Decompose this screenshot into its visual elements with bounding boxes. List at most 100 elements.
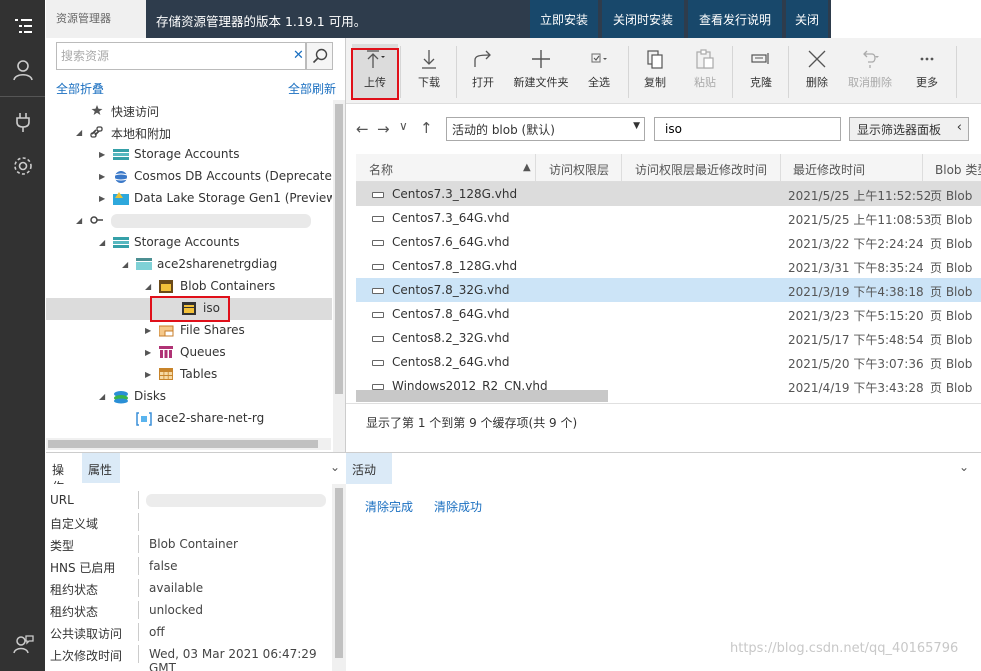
table-row[interactable]: Centos7.6_64G.vhd 2021/3/22 下午2:24:24 页 Bl…	[356, 230, 981, 254]
collapse-all-link[interactable]: 全部折叠	[56, 80, 104, 97]
property-value[interactable]: Wed, 03 Mar 2021 06:47:29 GMT	[149, 647, 332, 671]
tab-activities[interactable]: 活动	[346, 453, 392, 484]
properties-header: 操作 属性 ⌄	[46, 452, 346, 494]
tree-item[interactable]: ▶ Tables	[46, 364, 332, 386]
column-header-last-modified[interactable]: 最近修改时间	[793, 161, 865, 178]
feedback-icon[interactable]	[0, 622, 45, 666]
back-arrow-icon[interactable]: ←	[356, 120, 369, 138]
up-arrow-icon[interactable]: ↑	[420, 119, 433, 137]
select-all-button[interactable]: 全选	[576, 44, 622, 100]
collapsed-caret-icon[interactable]: ▶	[145, 348, 151, 357]
forward-arrow-icon[interactable]: →	[377, 120, 390, 138]
property-value[interactable]: off	[149, 625, 165, 639]
properties-scrollbar[interactable]	[332, 484, 346, 671]
tree-item[interactable]: ◢ ace2sharenetrgdiag	[46, 254, 332, 276]
tree-item[interactable]: ▶ File Shares	[46, 320, 332, 342]
table-row[interactable]: Centos7.8_128G.vhd 2021/3/31 下午8:35:24 页 B…	[356, 254, 981, 278]
show-filter-panel-button[interactable]: 显示筛选器面板 ‹	[849, 117, 969, 141]
delete-button[interactable]: 删除	[794, 44, 840, 100]
table-row[interactable]: Centos8.2_32G.vhd 2021/5/17 下午5:48:54 页 Bl…	[356, 326, 981, 350]
toolbar-button-label: 复制	[644, 76, 666, 89]
connect-plug-icon[interactable]	[0, 100, 45, 144]
tree-item[interactable]: ▶ Queues	[46, 342, 332, 364]
tree-item[interactable]: ▶ Storage Accounts	[46, 144, 332, 166]
paste-button[interactable]: 粘贴	[682, 44, 728, 100]
tree-item[interactable]: ◢	[46, 210, 332, 232]
tree-item[interactable]: ◢ Disks	[46, 386, 332, 408]
download-button[interactable]: 下载	[406, 44, 452, 100]
tree-item[interactable]: ◢ Storage Accounts	[46, 232, 332, 254]
property-value[interactable]: Blob Container	[149, 537, 238, 551]
column-header-name[interactable]: 名称	[369, 161, 393, 178]
clear-completed-link[interactable]: 清除完成	[365, 498, 413, 515]
settings-gear-icon[interactable]	[0, 144, 45, 188]
expanded-caret-icon[interactable]: ◢	[76, 128, 82, 137]
property-divider	[138, 601, 139, 619]
undelete-button[interactable]: 取消删除	[844, 44, 896, 100]
refresh-all-link[interactable]: 全部刷新	[288, 80, 336, 97]
tree-scroll-thumb[interactable]	[335, 104, 343, 394]
activities-header: 活动 ⌄	[346, 452, 981, 484]
tree-item[interactable]: 快速访问	[46, 100, 332, 122]
property-value[interactable]: false	[149, 559, 178, 573]
tree-item[interactable]: ◢ Blob Containers	[46, 276, 332, 298]
copy-button[interactable]: 复制	[632, 44, 678, 100]
search-button[interactable]	[306, 42, 333, 70]
tree-item[interactable]: ◢ 本地和附加	[46, 122, 332, 144]
expanded-caret-icon[interactable]: ◢	[122, 260, 128, 269]
column-header-access-tier[interactable]: 访问权限层	[549, 161, 609, 178]
explorer-list-icon[interactable]	[0, 4, 45, 48]
close-banner-button[interactable]: 关闭	[786, 0, 828, 38]
tab-actions[interactable]: 操作	[46, 453, 80, 494]
prefix-search-input[interactable]	[654, 117, 841, 141]
install-now-button[interactable]: 立即安装	[530, 0, 598, 38]
collapsed-caret-icon[interactable]: ▶	[99, 150, 105, 159]
table-row[interactable]: Centos7.8_64G.vhd 2021/3/23 下午5:15:20 页 Bl…	[356, 302, 981, 326]
column-header-tier-modified[interactable]: 访问权限层最近修改时间	[635, 161, 767, 178]
view-release-notes-button[interactable]: 查看发行说明	[688, 0, 782, 38]
tree-vertical-scrollbar[interactable]	[333, 100, 345, 452]
collapsed-caret-icon[interactable]: ▶	[99, 194, 105, 203]
expanded-caret-icon[interactable]: ◢	[76, 216, 82, 225]
blob-view-select[interactable]: 活动的 blob (默认) ▼	[446, 117, 645, 141]
expanded-caret-icon[interactable]: ◢	[99, 392, 105, 401]
property-value[interactable]: available	[149, 581, 203, 595]
tab-properties[interactable]: 属性	[82, 453, 120, 483]
more-button[interactable]: 更多	[904, 44, 950, 100]
clear-search-icon[interactable]: ✕	[293, 48, 304, 63]
column-divider	[780, 154, 781, 182]
expanded-caret-icon[interactable]: ◢	[99, 238, 105, 247]
clear-successful-link[interactable]: 清除成功	[434, 498, 482, 515]
history-chevron-icon[interactable]: ∨	[399, 119, 408, 133]
collapsed-caret-icon[interactable]: ▶	[145, 326, 151, 335]
tree-item[interactable]: ▶ Cosmos DB Accounts (Deprecated)	[46, 166, 332, 188]
activities-dropdown[interactable]: ⌄	[392, 453, 981, 484]
collapsed-caret-icon[interactable]: ▶	[145, 370, 151, 379]
table-row[interactable]: Centos7.3_128G.vhd 2021/5/25 上午11:52:52 页 …	[356, 182, 981, 206]
tree-item-label: 本地和附加	[111, 127, 172, 141]
table-row[interactable]: Centos8.2_64G.vhd 2021/5/20 下午3:07:36 页 Bl…	[356, 350, 981, 374]
column-header-blob-type[interactable]: Blob 类型	[935, 161, 981, 178]
expanded-caret-icon[interactable]: ◢	[145, 282, 151, 291]
tree-item[interactable]: ▶ Data Lake Storage Gen1 (Preview)	[46, 188, 332, 210]
more-icon	[916, 44, 938, 74]
tree-horizontal-scrollbar[interactable]	[46, 438, 331, 450]
open-button[interactable]: 打开	[460, 44, 506, 100]
tree-hscroll-thumb[interactable]	[48, 440, 318, 448]
properties-dropdown[interactable]: ⌄	[166, 453, 346, 483]
blob-view-select-value: 活动的 blob (默认)	[452, 123, 555, 137]
property-key: URL	[50, 493, 74, 507]
table-row[interactable]: Centos7.8_32G.vhd 2021/3/19 下午4:38:18 页 Bl…	[356, 278, 981, 302]
table-horizontal-scrollbar[interactable]	[356, 390, 608, 402]
collapsed-caret-icon[interactable]: ▶	[99, 172, 105, 181]
properties-scroll-thumb[interactable]	[335, 488, 343, 658]
table-row[interactable]: Centos7.3_64G.vhd 2021/5/25 上午11:08:53 页 B…	[356, 206, 981, 230]
tree-item[interactable]: ace2-share-net-rg	[46, 408, 332, 430]
install-on-close-button[interactable]: 关闭时安装	[602, 0, 684, 38]
clone-button[interactable]: 克隆	[738, 44, 784, 100]
search-input[interactable]	[61, 47, 261, 65]
new-folder-button[interactable]: 新建文件夹	[510, 44, 572, 100]
vhd-file-icon	[372, 240, 384, 246]
property-value[interactable]: unlocked	[149, 603, 203, 617]
account-icon[interactable]	[0, 48, 45, 92]
